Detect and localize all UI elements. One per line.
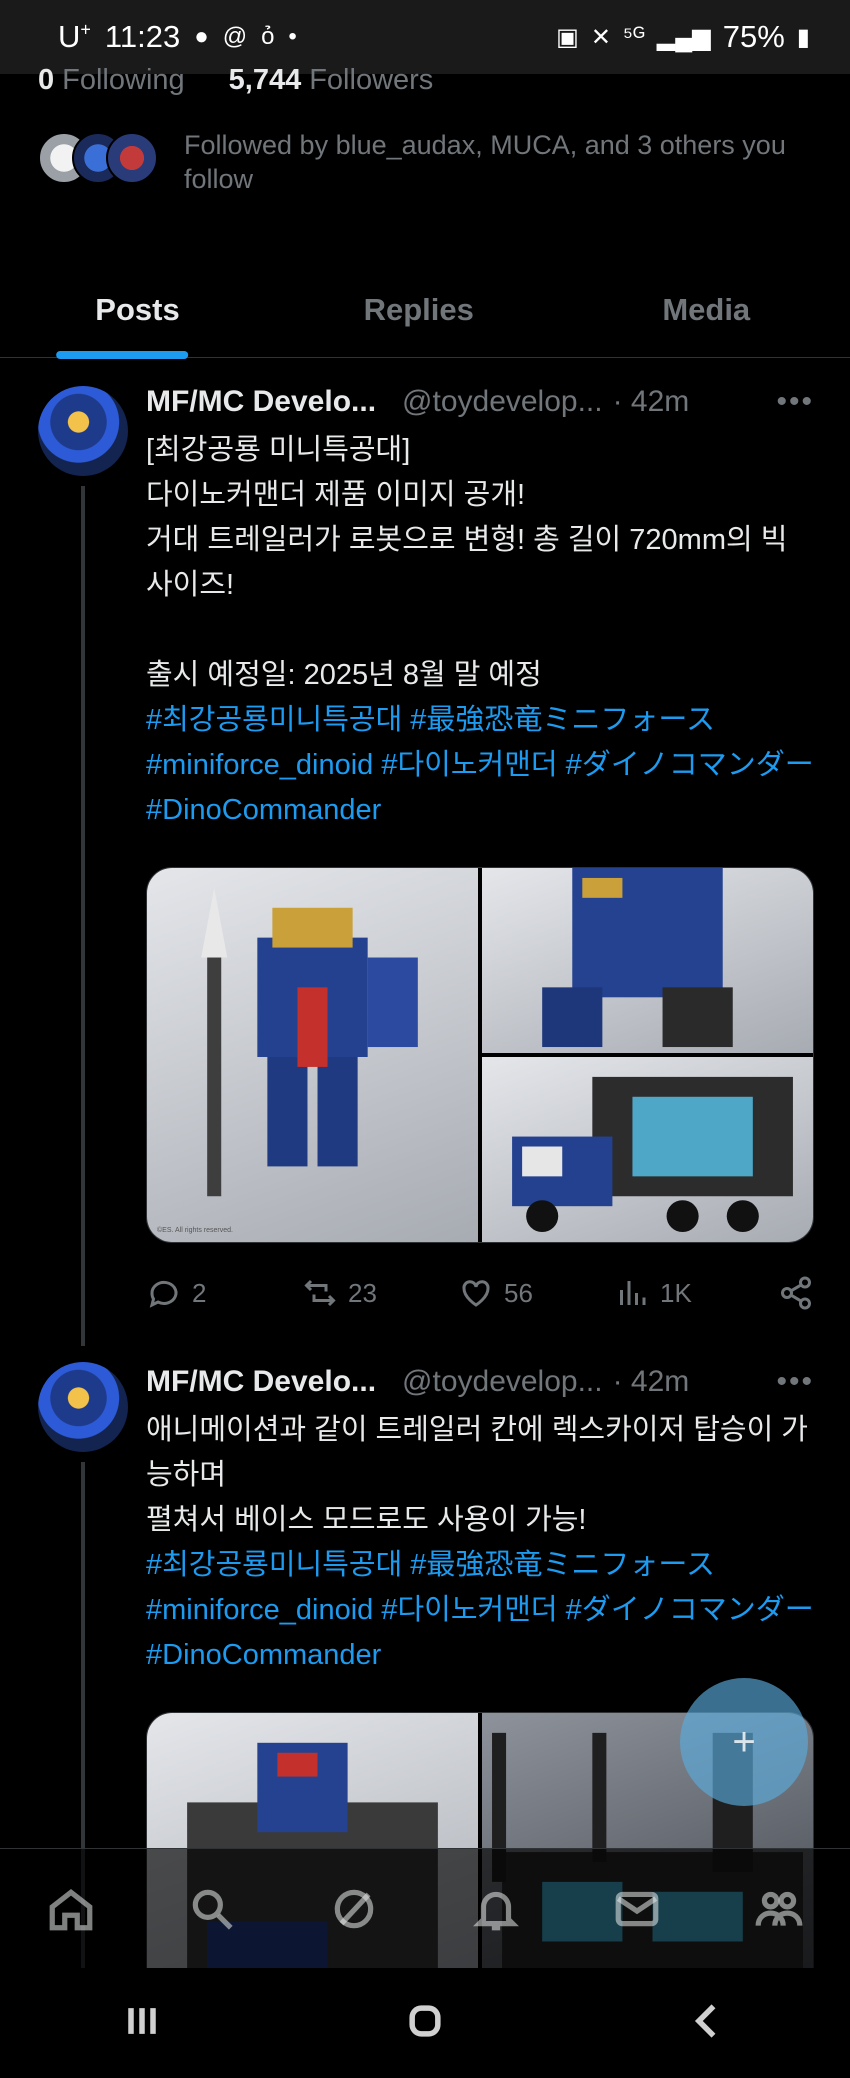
- avatar: [106, 132, 158, 184]
- post-line: 다이노커맨더 제품 이미지 공개!: [146, 479, 526, 511]
- grok-icon[interactable]: [327, 1882, 381, 1936]
- author-name[interactable]: MF/MC Develo...: [146, 385, 376, 419]
- system-navigation: [0, 1968, 850, 2078]
- author-handle[interactable]: @toydevelop...: [402, 385, 603, 419]
- communities-icon[interactable]: [752, 1882, 806, 1936]
- share-icon: [781, 1276, 811, 1310]
- battery-percent: 75%: [722, 19, 785, 54]
- repost-button[interactable]: 23: [302, 1275, 458, 1311]
- following-link[interactable]: 0 Following: [38, 64, 185, 97]
- robot-image[interactable]: ©ES. All rights reserved.: [147, 868, 478, 1242]
- like-button[interactable]: 56: [458, 1275, 614, 1311]
- notifications-icon[interactable]: [469, 1882, 523, 1936]
- battery-icon: ▮: [796, 23, 810, 51]
- status-bar: U+ 11:23 ● @ ỏ • ▣ ✕ ⁵ᴳ ▂▄▆ 75% ▮: [0, 0, 850, 74]
- carrier-label: U+: [58, 19, 91, 54]
- post-time: · 42m: [612, 385, 690, 418]
- heart-icon: [462, 1280, 490, 1307]
- image-caption: ©ES. All rights reserved.: [157, 1227, 233, 1234]
- post-time: · 42m: [612, 1365, 690, 1398]
- battery-saver-icon: ▣: [556, 23, 579, 51]
- back-icon[interactable]: [686, 1999, 730, 2048]
- more-notifications-icon: •: [288, 23, 297, 50]
- recent-apps-icon[interactable]: [120, 1999, 164, 2048]
- post-text: 애니메이션과 같이 트레일러 칸에 렉스카이저 탑승이 가능하며 펼쳐서 베이스…: [146, 1408, 814, 1678]
- tab-media[interactable]: Media: [563, 262, 850, 357]
- robot-illustration: [201, 887, 418, 1197]
- profile-tabs: Posts Replies Media: [0, 262, 850, 358]
- repost-count: 23: [348, 1277, 377, 1308]
- views-icon: [620, 1281, 646, 1305]
- like-count: 56: [504, 1277, 533, 1308]
- avatar[interactable]: [38, 1362, 128, 1452]
- compose-button[interactable]: +: [680, 1678, 808, 1806]
- robot-closeup-image[interactable]: [482, 868, 813, 1053]
- views-button[interactable]: 1K: [614, 1275, 764, 1311]
- robot-closeup-illustration: [542, 868, 733, 1048]
- reply-icon: [149, 1280, 178, 1308]
- repost-icon: [304, 1279, 336, 1307]
- post-line: 애니메이션과 같이 트레일러 칸에 렉스카이저 탑승이 가능하며: [146, 1414, 808, 1491]
- post-media[interactable]: ©ES. All rights reserved.: [146, 867, 814, 1243]
- reply-button[interactable]: 2: [146, 1275, 302, 1311]
- hashtags[interactable]: #최강공룡미니특공대 #最強恐竜ミニフォース #miniforce_dinoid…: [146, 1543, 814, 1678]
- avatar[interactable]: [38, 386, 128, 476]
- post-line: 출시 예정일: 2025년 8월 말 예정: [146, 659, 542, 691]
- post-text: [최강공룡 미니특공대] 다이노커맨더 제품 이미지 공개! 거대 트레일러가 …: [146, 428, 814, 833]
- signal-icon: ▂▄▆: [656, 23, 711, 51]
- reply-count: 2: [192, 1277, 207, 1308]
- search-icon[interactable]: [185, 1882, 239, 1936]
- post-line: [최강공룡 미니특공대]: [146, 434, 411, 466]
- followed-by-text: Followed by blue_audax, MUCA, and 3 othe…: [184, 130, 786, 194]
- thread-line: [81, 486, 85, 1346]
- share-button[interactable]: [778, 1275, 814, 1311]
- mute-icon: ✕: [590, 23, 611, 51]
- post-line: 거대 트레일러가 로봇으로 변형! 총 길이 720mm의 빅 사이즈!: [146, 524, 788, 601]
- followed-by-row[interactable]: Followed by blue_audax, MUCA, and 3 othe…: [38, 128, 820, 196]
- mutual-avatars: [38, 128, 166, 188]
- hashtags[interactable]: #최강공룡미니특공대 #最強恐竜ミニフォース #miniforce_dinoid…: [146, 698, 814, 833]
- compose-plus-icon: +: [732, 1719, 756, 1764]
- post-line: 펼쳐서 베이스 모드로도 사용이 가능!: [146, 1504, 587, 1536]
- truck-illustration: [512, 1076, 793, 1233]
- tab-replies[interactable]: Replies: [275, 262, 563, 357]
- bottom-navigation: [0, 1848, 850, 1968]
- tab-posts[interactable]: Posts: [0, 262, 275, 357]
- author-handle[interactable]: @toydevelop...: [402, 1365, 603, 1399]
- more-options-icon[interactable]: •••: [776, 1365, 814, 1399]
- follow-counts: 0 Following 5,744 Followers: [38, 64, 433, 97]
- 5g-icon: ⁵ᴳ: [622, 23, 645, 50]
- status-time: 11:23: [104, 19, 181, 54]
- view-count: 1K: [660, 1277, 692, 1308]
- home-button-icon[interactable]: [403, 1999, 447, 2048]
- threads-notification-icon: @: [222, 23, 248, 50]
- app-notification-icon: ỏ: [261, 23, 275, 50]
- talk-notification-icon: ●: [194, 23, 209, 50]
- messages-icon[interactable]: [610, 1882, 664, 1936]
- home-icon[interactable]: [44, 1882, 98, 1936]
- more-options-icon[interactable]: •••: [776, 385, 814, 419]
- truck-image[interactable]: [482, 1057, 813, 1242]
- post-actions: 2 23 56 1K: [146, 1243, 814, 1343]
- author-name[interactable]: MF/MC Develo...: [146, 1365, 376, 1399]
- followers-link[interactable]: 5,744 Followers: [229, 64, 434, 97]
